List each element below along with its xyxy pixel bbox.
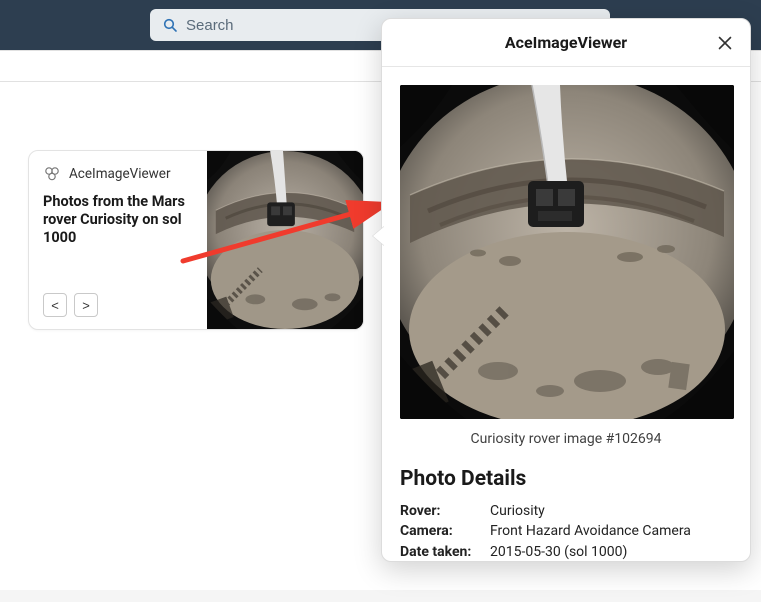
card-app-name: AceImageViewer: [69, 166, 171, 182]
close-button[interactable]: [714, 32, 736, 54]
details-heading: Photo Details: [400, 467, 732, 491]
card-title: Photos from the Mars rover Curiosity on …: [43, 193, 195, 247]
detail-row-rover: Rover: Curiosity: [400, 501, 732, 521]
detail-value: Curiosity: [490, 501, 732, 521]
card-info: AceImageViewer Photos from the Mars rove…: [29, 151, 207, 329]
detail-panel: AceImageViewer: [381, 18, 751, 562]
detail-value: 2015-05-30 (sol 1000): [490, 542, 732, 561]
detail-row-date: Date taken: 2015-05-30 (sol 1000): [400, 542, 732, 561]
detail-label: Date taken:: [400, 542, 490, 561]
detail-row-camera: Camera: Front Hazard Avoidance Camera: [400, 521, 732, 541]
image-card[interactable]: AceImageViewer Photos from the Mars rove…: [28, 150, 364, 330]
image-caption: Curiosity rover image #102694: [400, 431, 732, 447]
panel-header: AceImageViewer: [382, 19, 750, 67]
panel-pointer-icon: [373, 226, 385, 246]
panel-image[interactable]: [400, 85, 734, 419]
detail-label: Camera:: [400, 521, 490, 541]
card-thumbnail[interactable]: [207, 151, 363, 329]
next-button[interactable]: >: [74, 293, 98, 317]
app-icon: [43, 165, 61, 183]
detail-value: Front Hazard Avoidance Camera: [490, 521, 732, 541]
close-icon: [718, 36, 732, 50]
panel-title: AceImageViewer: [505, 33, 627, 52]
prev-button[interactable]: <: [43, 293, 67, 317]
search-icon: [162, 17, 178, 33]
detail-label: Rover:: [400, 501, 490, 521]
